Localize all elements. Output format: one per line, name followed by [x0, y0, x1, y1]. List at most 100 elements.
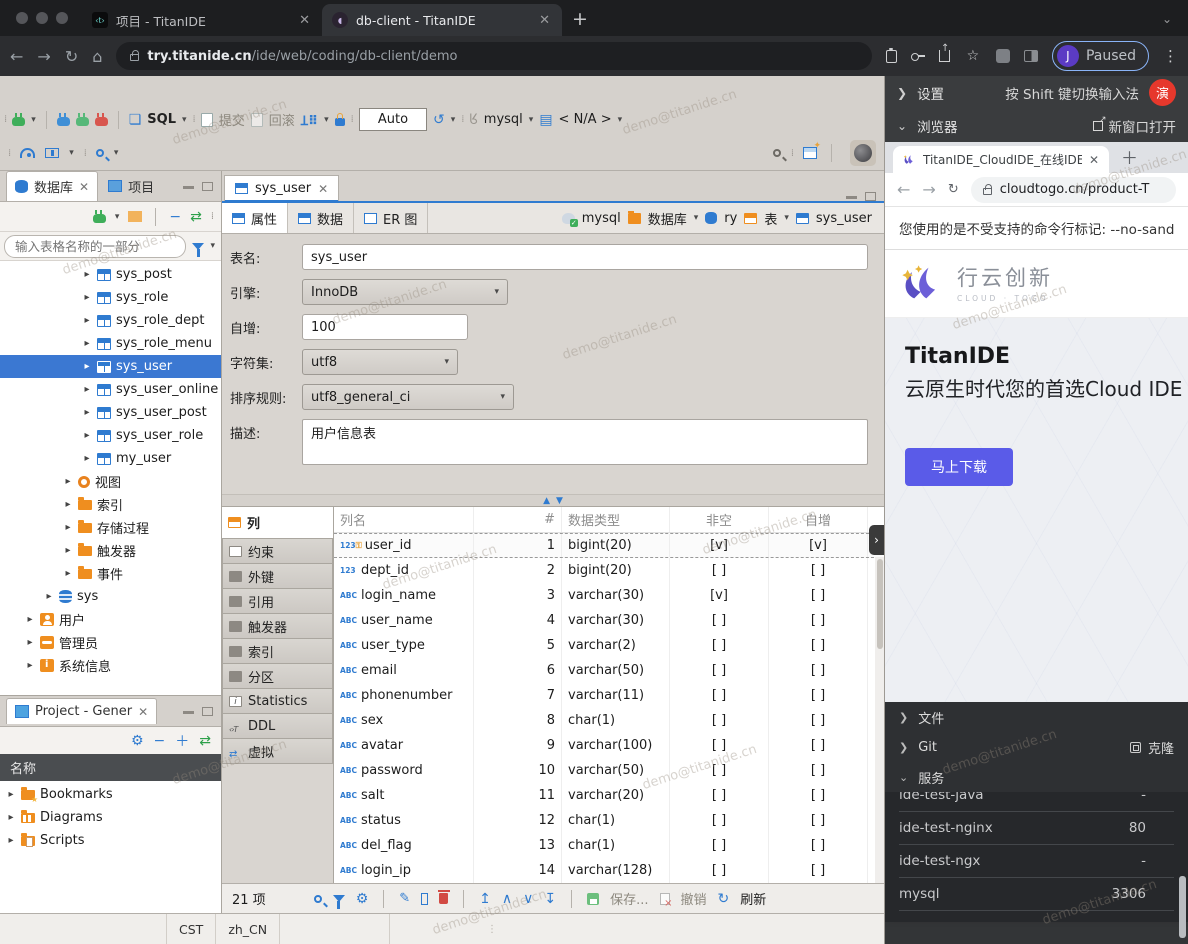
collapse-down-icon[interactable]: ▼ — [556, 496, 563, 506]
share-icon[interactable] — [939, 50, 950, 62]
tree-item[interactable]: ▸ sys_role_menu — [0, 332, 221, 355]
minimize-window-button[interactable] — [36, 12, 48, 24]
column-row[interactable]: login_name 3 varchar(30) [v] [ ] — [334, 583, 884, 608]
expand-arrow-icon[interactable]: ▸ — [82, 338, 92, 349]
table-name-input[interactable]: sys_user — [302, 244, 868, 270]
collapse-icon[interactable]: − — [154, 733, 166, 749]
menu-item[interactable] — [128, 87, 146, 93]
service-row[interactable]: ide-test-nginx 80 — [899, 812, 1174, 845]
minimize-panel-icon[interactable] — [183, 707, 194, 714]
link-editor-icon[interactable]: ⇄ — [190, 209, 202, 225]
sql-dropdown-icon[interactable]: ▾ — [182, 115, 187, 125]
column-row[interactable]: password 10 varchar(50) [ ] [ ] — [334, 758, 884, 783]
projects-icon[interactable] — [45, 148, 59, 158]
minimize-panel-icon[interactable] — [183, 182, 194, 189]
menu-item[interactable] — [68, 87, 86, 93]
table-scrollbar[interactable] — [875, 557, 884, 883]
expand-arrow-icon[interactable]: ▸ — [82, 384, 92, 395]
new-connection-icon[interactable] — [12, 117, 25, 126]
perspective-icon[interactable] — [803, 147, 817, 159]
refresh-icon[interactable]: ↻ — [718, 891, 730, 907]
db-dropdown-icon[interactable]: ▾ — [694, 213, 699, 223]
service-row[interactable]: ide-test-java - — [899, 792, 1174, 812]
splitter-handle[interactable]: ▲ ▼ — [222, 494, 884, 506]
collapse-all-icon[interactable]: − — [169, 209, 181, 225]
reconnect-icon[interactable] — [76, 117, 89, 126]
column-row[interactable]: del_flag 13 char(1) [ ] [ ] — [334, 833, 884, 858]
tree-item[interactable]: ▸ 用户 — [0, 608, 221, 631]
history-clock-icon[interactable]: ↺ — [433, 112, 445, 128]
filter-rows-icon[interactable] — [333, 895, 345, 902]
link-editor-icon[interactable]: ⇄ — [199, 733, 211, 749]
tab-project[interactable]: 项目 — [100, 172, 162, 201]
expand-arrow-icon[interactable]: ▸ — [82, 361, 92, 372]
close-panel-icon[interactable]: ✕ — [138, 705, 148, 719]
close-window-button[interactable] — [16, 12, 28, 24]
git-section-row[interactable]: ❯ Git 克隆 — [885, 732, 1188, 762]
tab-search-chevron-icon[interactable]: ⌄ — [1162, 12, 1188, 26]
user-avatar[interactable] — [850, 140, 876, 166]
tree-item[interactable]: ▸ Bookmarks — [0, 783, 221, 806]
maximize-window-button[interactable] — [56, 12, 68, 24]
tree-item[interactable]: ▸ sys_role — [0, 286, 221, 309]
tree-item[interactable]: ▸ sys_user — [0, 355, 221, 378]
first-row-icon[interactable]: ↥ — [479, 891, 491, 907]
files-section-row[interactable]: ❯ 文件 — [885, 702, 1188, 732]
tree-item[interactable]: ▸ 存储过程 — [0, 516, 221, 539]
embedded-tab[interactable]: TitanIDE_CloudIDE_在线IDE_ ✕ — [893, 146, 1109, 173]
close-tab-icon[interactable]: ✕ — [318, 182, 328, 196]
save-icon[interactable] — [587, 893, 599, 905]
reload-icon[interactable]: ↻ — [65, 47, 78, 66]
subtab-properties[interactable]: 属性 — [222, 203, 288, 233]
section-tab[interactable]: 引用 — [222, 589, 333, 614]
tree-item[interactable]: ▸ sys_user_post — [0, 401, 221, 424]
tree-item[interactable]: ▸ 系统信息 — [0, 654, 221, 677]
demo-badge[interactable]: 演 — [1149, 79, 1176, 106]
disconnect-icon[interactable] — [95, 117, 108, 126]
breadcrumb-table[interactable]: sys_user — [816, 211, 872, 226]
settings-gear-icon[interactable]: ⚙ — [131, 733, 144, 749]
collation-select[interactable]: utf8_general_ci▾ — [302, 384, 514, 410]
projects-dropdown-icon[interactable]: ▾ — [69, 148, 74, 158]
settings-gear-icon[interactable]: ⚙ — [356, 891, 369, 907]
commit-icon[interactable] — [201, 113, 213, 127]
edit-pencil-icon[interactable]: ✎ — [399, 891, 410, 906]
open-new-window-button[interactable]: 新窗口打开 — [1093, 116, 1177, 136]
browser-menu-icon[interactable]: ⋮ — [1163, 47, 1178, 65]
undo-label[interactable]: 撤销 — [681, 889, 707, 908]
history-dropdown-icon[interactable]: ▾ — [451, 115, 456, 125]
prev-row-icon[interactable]: ∧ — [502, 891, 512, 907]
column-row[interactable]: avatar 9 varchar(100) [ ] [ ] — [334, 733, 884, 758]
search-icon[interactable] — [96, 149, 104, 157]
save-label[interactable]: 保存... — [610, 889, 648, 908]
dashboard-icon[interactable] — [20, 148, 35, 158]
connection-selector[interactable]: mysql — [484, 112, 523, 127]
url-field[interactable]: try.titanide.cn/ide/web/coding/db-client… — [116, 42, 872, 70]
expand-arrow-icon[interactable]: ▸ — [44, 591, 54, 602]
maximize-panel-icon[interactable] — [202, 182, 213, 191]
tree-item[interactable]: ▸ Scripts — [0, 829, 221, 852]
tree-item[interactable]: ▸ 事件 — [0, 562, 221, 585]
sql-editor-label[interactable]: SQL — [147, 112, 176, 127]
tree-item[interactable]: ▸ 触发器 — [0, 539, 221, 562]
connection-dropdown-icon[interactable]: ▾ — [115, 212, 120, 222]
section-tab[interactable]: 触发器 — [222, 614, 333, 639]
expand-icon[interactable]: ＋ — [175, 731, 189, 751]
back-icon[interactable]: ← — [897, 180, 910, 199]
expand-arrow-icon[interactable]: ▸ — [63, 522, 73, 533]
connection-dropdown-icon[interactable]: ▾ — [529, 115, 534, 125]
expand-arrow-icon[interactable]: ▸ — [82, 269, 92, 280]
editor-tab-sys-user[interactable]: sys_user ✕ — [224, 175, 339, 201]
tab-project-general[interactable]: Project - Gener ✕ — [6, 698, 157, 724]
breadcrumb-db-label[interactable]: 数据库 — [648, 209, 687, 228]
search-dropdown-icon[interactable]: ▾ — [114, 148, 119, 158]
section-tab[interactable]: DDL — [222, 714, 333, 739]
table-filter-input[interactable] — [4, 235, 186, 258]
section-tab[interactable]: 约束 — [222, 539, 333, 564]
embedded-url-field[interactable]: cloudtogo.cn/product-T — [971, 177, 1176, 203]
service-row[interactable]: mysql 3306 — [899, 878, 1174, 911]
reload-icon[interactable]: ↻ — [948, 182, 959, 197]
new-folder-icon[interactable] — [128, 211, 142, 222]
description-textarea[interactable]: 用户信息表 — [302, 419, 868, 465]
column-row[interactable]: phonenumber 7 varchar(11) [ ] [ ] — [334, 683, 884, 708]
